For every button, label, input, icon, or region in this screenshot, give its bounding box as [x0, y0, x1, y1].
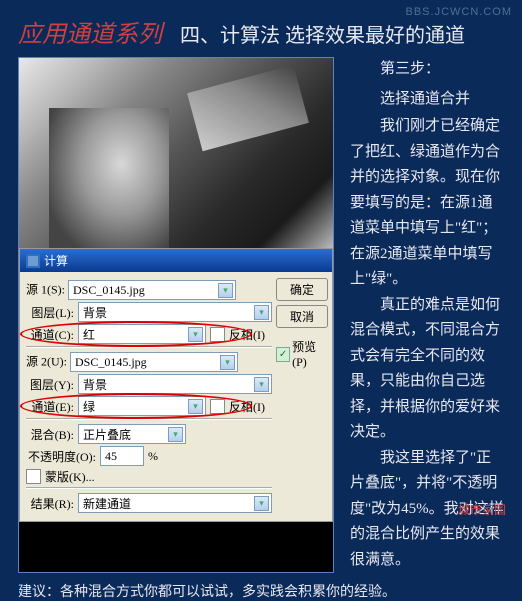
dropdown-arrow-icon: ▾: [254, 496, 269, 511]
dropdown-arrow-icon: ▾: [254, 305, 269, 320]
ok-button[interactable]: 确定: [276, 278, 328, 301]
dropdown-arrow-icon: ▾: [188, 399, 203, 414]
invert1-label: 反相(I): [229, 326, 265, 343]
cancel-button[interactable]: 取消: [276, 305, 328, 328]
source1-label: 源 1(S): DSC_0145.jpg▾: [26, 280, 272, 300]
preview-checkbox[interactable]: ✓: [276, 347, 290, 362]
app-icon: [26, 254, 40, 268]
dropdown-arrow-icon[interactable]: ▾: [220, 355, 235, 370]
dropdown-arrow-icon[interactable]: ▾: [218, 283, 233, 298]
invert2-label: 反相(I): [229, 398, 265, 415]
opacity-input[interactable]: 45: [100, 446, 144, 466]
result-label: 结果(R):: [26, 495, 74, 512]
topic-title: 四、计算法 选择效果最好的通道: [180, 25, 465, 47]
dropdown-arrow-icon: ▾: [254, 377, 269, 392]
mask-checkbox[interactable]: [26, 469, 41, 484]
layer2-dropdown[interactable]: 背景▾: [78, 374, 272, 394]
invert1-checkbox[interactable]: [210, 327, 225, 342]
preview-label: 预览(P): [292, 338, 328, 370]
dialog-title: 计算: [44, 252, 68, 269]
dropdown-arrow-icon: ▾: [188, 327, 203, 342]
step-label: 第三步：: [350, 57, 504, 83]
source2-file: DSC_0145.jpg: [75, 355, 147, 370]
blend-label: 混合(B):: [26, 426, 74, 443]
mask-label: 蒙版(K)...: [45, 468, 95, 485]
series-title: 应用通道系列: [18, 22, 162, 48]
invert2-checkbox[interactable]: [210, 399, 225, 414]
instruction-text: 第三步： 选择通道合并 我们刚才已经确定了把红、绿通道作为合并的选择对象。现在你…: [334, 57, 504, 573]
percent-label: %: [148, 449, 158, 464]
blend-dropdown[interactable]: 正片叠底▾: [78, 424, 186, 444]
bottom-tip: 建议：各种混合方式你都可以试试，多实践会积累你的经验。: [0, 573, 522, 601]
result-dropdown[interactable]: 新建通道▾: [78, 493, 272, 513]
layer1-dropdown[interactable]: 背景▾: [78, 302, 272, 322]
channel2-dropdown[interactable]: 绿▾: [78, 396, 206, 416]
channel1-dropdown[interactable]: 红▾: [78, 324, 206, 344]
source1-file: DSC_0145.jpg: [73, 283, 145, 298]
step-subtitle: 选择通道合并: [350, 87, 504, 113]
source2-label: 源 2(U): DSC_0145.jpg▾: [26, 352, 272, 372]
watermark-bottom: 城市家园: [458, 501, 506, 518]
opacity-label: 不透明度(O):: [26, 448, 96, 465]
watermark-top: BBS.JCWCN.COM: [406, 6, 513, 18]
sample-photo: [19, 58, 333, 248]
layer2-label: 图层(Y):: [26, 376, 74, 393]
para-2: 真正的难点是如何混合模式，不同混合方式会有完全不同的效果，只能由你自己选择，并根…: [350, 293, 504, 446]
para-1: 我们刚才已经确定了把红、绿通道作为合并的选择对象。现在你要填写的是：在源1通道菜…: [350, 114, 504, 293]
left-column: 计算 源 1(S): DSC_0145.jpg▾ 图层(L):背景▾ 通道(C)…: [18, 57, 334, 573]
calculations-dialog: 计算 源 1(S): DSC_0145.jpg▾ 图层(L):背景▾ 通道(C)…: [19, 248, 333, 522]
channel2-label: 通道(E):: [26, 398, 74, 415]
channel1-label: 通道(C):: [26, 326, 74, 343]
dialog-titlebar: 计算: [20, 249, 332, 272]
dropdown-arrow-icon: ▾: [168, 427, 183, 442]
layer1-label: 图层(L):: [26, 304, 74, 321]
